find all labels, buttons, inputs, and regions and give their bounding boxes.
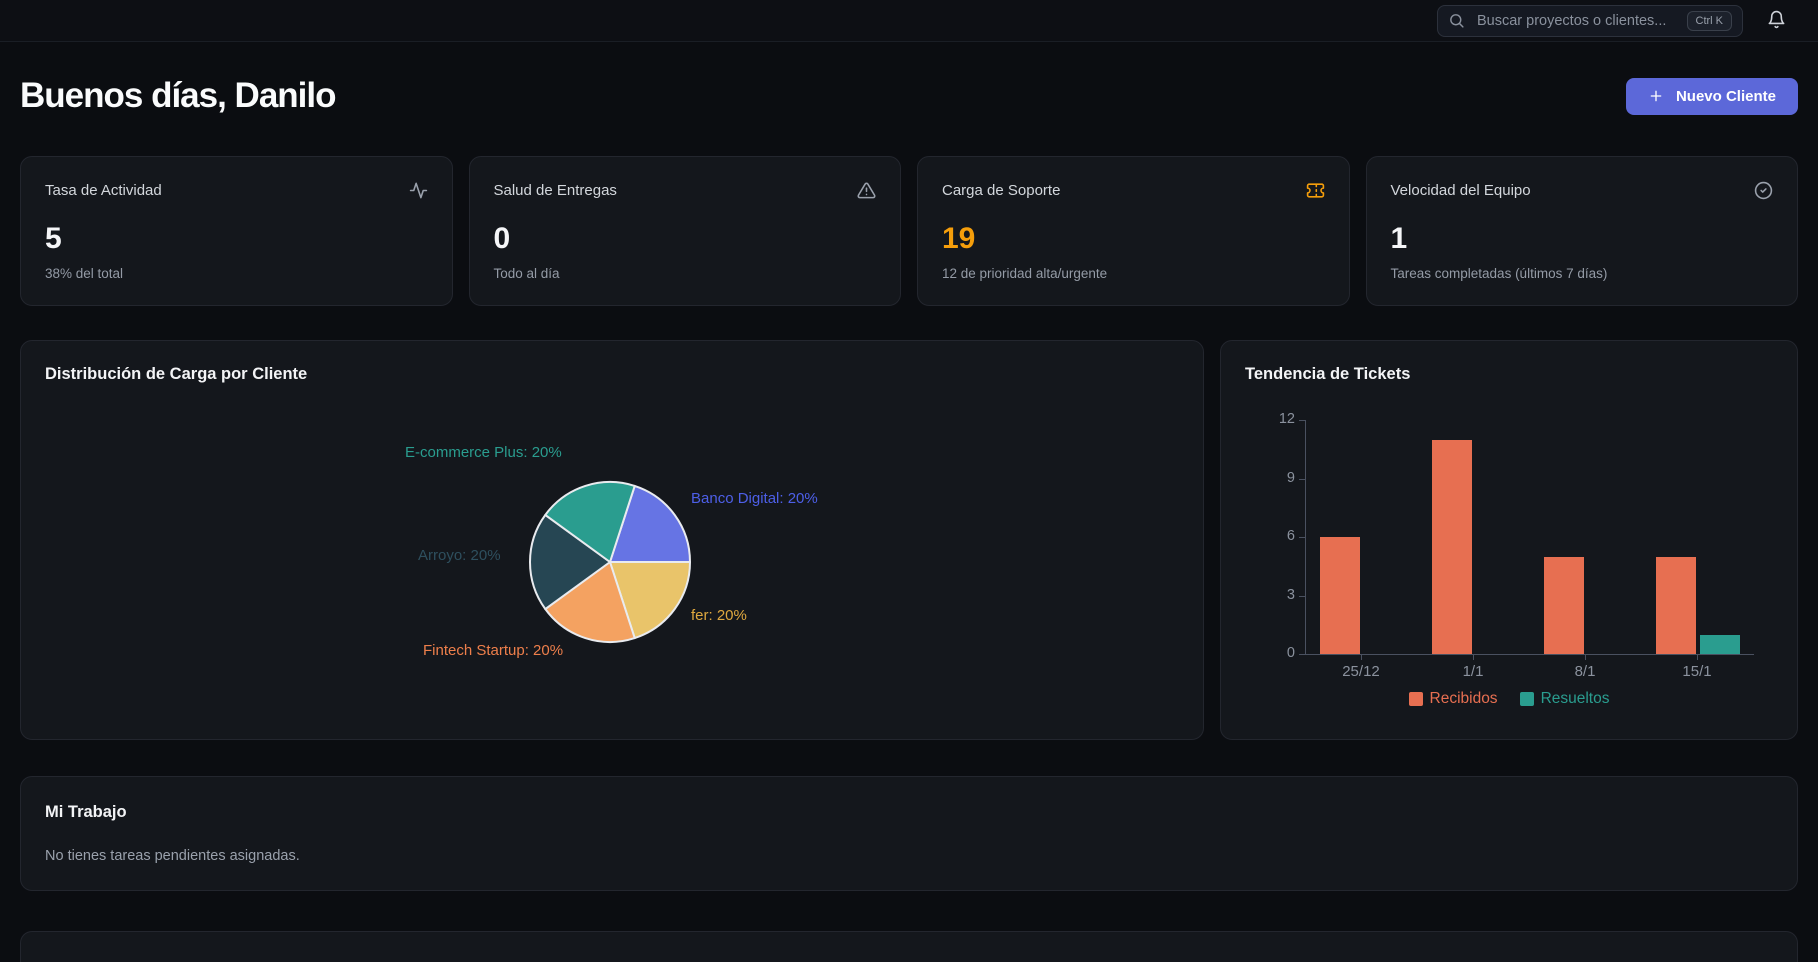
notifications-button[interactable]: [1765, 8, 1788, 34]
legend-item-resueltos: Resueltos: [1520, 690, 1610, 708]
bar-resueltos-15-1[interactable]: [1700, 635, 1740, 655]
y-tick-label: 9: [1245, 470, 1295, 486]
stat-subtitle: Tareas completadas (últimos 7 días): [1391, 266, 1774, 281]
legend-swatch: [1520, 692, 1534, 706]
pie-slice-label: Banco Digital: 20%: [691, 490, 818, 507]
topbar: Ctrl K: [0, 0, 1818, 42]
bell-icon: [1767, 10, 1786, 29]
x-tick-mark: [1585, 654, 1586, 660]
stat-value: 19: [942, 224, 1325, 254]
page-title: Buenos días, Danilo: [20, 76, 336, 116]
stat-card-activity: Tasa de Actividad 5 38% del total: [20, 156, 453, 306]
page-header: Buenos días, Danilo Nuevo Cliente: [20, 76, 1798, 116]
legend-label: Recibidos: [1430, 690, 1498, 708]
x-tick-mark: [1361, 654, 1362, 660]
y-tick-mark: [1299, 420, 1305, 421]
stat-value: 5: [45, 224, 428, 254]
charts-row: Distribución de Carga por Cliente Banco …: [20, 340, 1798, 740]
pie-slice-label: fer: 20%: [691, 607, 747, 624]
workload-panel-title: Distribución de Carga por Cliente: [45, 365, 1179, 384]
stat-title: Velocidad del Equipo: [1391, 182, 1531, 199]
x-tick-mark: [1473, 654, 1474, 660]
x-tick-label: 1/1: [1417, 663, 1529, 680]
check-circle-icon: [1754, 181, 1773, 200]
shortcut-badge: Ctrl K: [1687, 11, 1733, 31]
stat-value: 1: [1391, 224, 1774, 254]
y-tick-label: 12: [1245, 411, 1295, 427]
new-client-label: Nuevo Cliente: [1676, 88, 1776, 105]
x-tick-label: 25/12: [1305, 663, 1417, 680]
bar-group-1-1: [1418, 420, 1530, 654]
client-workload-pie: Banco Digital: 20% fer: 20% Fintech Startu…: [45, 398, 1179, 716]
bar-recibidos-1-1[interactable]: [1432, 440, 1472, 655]
pie-chart[interactable]: [520, 472, 700, 652]
stat-subtitle: Todo al día: [494, 266, 877, 281]
y-tick-label: 6: [1245, 528, 1295, 544]
search-box[interactable]: Ctrl K: [1437, 5, 1743, 37]
my-work-panel: Mi Trabajo No tienes tareas pendientes a…: [20, 776, 1798, 891]
pie-slice-label: Arroyo: 20%: [418, 547, 501, 564]
y-tick-mark: [1299, 537, 1305, 538]
legend-item-recibidos: Recibidos: [1409, 690, 1498, 708]
x-tick-mark: [1697, 654, 1698, 660]
my-work-title: Mi Trabajo: [45, 803, 1773, 822]
stat-value: 0: [494, 224, 877, 254]
my-work-empty-message: No tienes tareas pendientes asignadas.: [45, 848, 1773, 864]
client-workload-panel: Distribución de Carga por Cliente Banco …: [20, 340, 1204, 740]
stats-row: Tasa de Actividad 5 38% del total Salud …: [20, 156, 1798, 306]
stat-card-delivery-health: Salud de Entregas 0 Todo al día: [469, 156, 902, 306]
y-tick-mark: [1299, 654, 1305, 655]
stat-card-support-load: Carga de Soporte 19 12 de prioridad alta…: [917, 156, 1350, 306]
y-tick-label: 0: [1245, 645, 1295, 661]
ticket-icon: [1306, 181, 1325, 200]
bar-recibidos-15-1[interactable]: [1656, 557, 1696, 655]
legend-label: Resueltos: [1541, 690, 1610, 708]
stat-subtitle: 12 de prioridad alta/urgente: [942, 266, 1325, 281]
stat-title: Tasa de Actividad: [45, 182, 162, 199]
alert-triangle-icon: [857, 181, 876, 200]
bar-group-15-1: [1642, 420, 1754, 654]
x-tick-label: 15/1: [1641, 663, 1753, 680]
bar-group-25-12: [1306, 420, 1418, 654]
x-tick-label: 8/1: [1529, 663, 1641, 680]
pie-slice-label: Fintech Startup: 20%: [423, 642, 563, 659]
y-tick-label: 3: [1245, 587, 1295, 603]
legend-swatch: [1409, 692, 1423, 706]
new-client-button[interactable]: Nuevo Cliente: [1626, 78, 1798, 115]
chart-legend: Recibidos Resueltos: [1245, 690, 1773, 708]
stat-card-team-velocity: Velocidad del Equipo 1 Tareas completada…: [1366, 156, 1799, 306]
ticket-trend-chart: 25/121/18/115/1 Recibidos Resueltos 0 3 6 9 1…: [1245, 398, 1773, 708]
search-input[interactable]: [1475, 12, 1677, 30]
bar-recibidos-25-12[interactable]: [1320, 537, 1360, 654]
ticket-trend-panel: Tendencia de Tickets 25/121/18/115/1 Rec…: [1220, 340, 1798, 740]
pie-slice-label: E-commerce Plus: 20%: [405, 444, 562, 461]
y-tick-mark: [1299, 479, 1305, 480]
plus-icon: [1648, 88, 1664, 104]
tickets-panel-title: Tendencia de Tickets: [1245, 365, 1773, 384]
search-icon: [1448, 12, 1465, 29]
stat-title: Carga de Soporte: [942, 182, 1060, 199]
stat-title: Salud de Entregas: [494, 182, 617, 199]
stat-subtitle: 38% del total: [45, 266, 428, 281]
bar-plot-area: [1305, 420, 1754, 655]
x-axis-labels: 25/121/18/115/1: [1305, 663, 1753, 680]
bar-group-8-1: [1530, 420, 1642, 654]
bar-recibidos-8-1[interactable]: [1544, 557, 1584, 655]
y-tick-mark: [1299, 596, 1305, 597]
activity-icon: [409, 181, 428, 200]
